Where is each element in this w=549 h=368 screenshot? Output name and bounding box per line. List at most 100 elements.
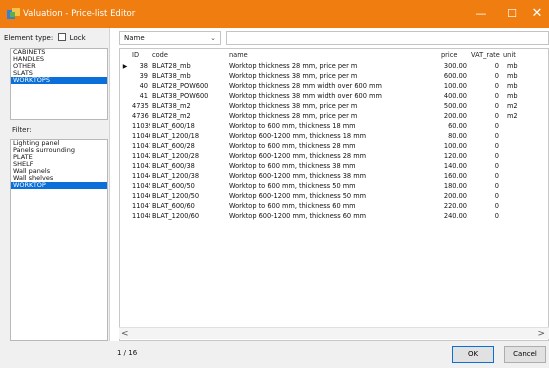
cell-id[interactable]: 41 (130, 91, 150, 101)
cell-price[interactable]: 100.00 (439, 141, 469, 151)
cell-unit[interactable]: m2 (501, 101, 548, 111)
horizontal-scrollbar[interactable]: < > (119, 327, 549, 339)
cell-name[interactable]: Worktop thickness 28 mm width over 600 m… (227, 81, 439, 91)
cell-vat-rate[interactable]: 0 (469, 161, 501, 171)
cell-code[interactable]: BLAT38_mb (150, 71, 227, 81)
cell-price[interactable]: 120.00 (439, 151, 469, 161)
cell-name[interactable]: Worktop thickness 28 mm, price per m (227, 111, 439, 121)
cell-vat-rate[interactable]: 0 (469, 61, 501, 71)
cell-price[interactable]: 80.00 (439, 131, 469, 141)
cell-id[interactable]: 11042 (130, 151, 150, 161)
cell-id[interactable]: 4735 (130, 101, 150, 111)
cell-unit[interactable]: mb (501, 61, 548, 71)
row-indicator-icon[interactable] (120, 101, 130, 111)
lock-checkbox[interactable] (58, 33, 67, 41)
ok-button[interactable]: OK (452, 346, 494, 363)
cell-unit[interactable] (501, 211, 548, 221)
element-type-list-item[interactable]: WORKTOPS (11, 77, 107, 84)
cell-vat-rate[interactable]: 0 (469, 151, 501, 161)
cell-vat-rate[interactable]: 0 (469, 91, 501, 101)
cell-price[interactable]: 200.00 (439, 191, 469, 201)
cell-code[interactable]: BLAT_600/60 (150, 201, 227, 211)
row-indicator-icon[interactable] (120, 201, 130, 211)
cell-vat-rate[interactable]: 0 (469, 121, 501, 131)
cell-name[interactable]: Worktop thickness 28 mm, price per m (227, 61, 439, 71)
cell-id[interactable]: 11046 (130, 191, 150, 201)
table-row[interactable]: 41 BLAT38_POW600 Worktop thickness 38 mm w… (120, 91, 548, 101)
search-input[interactable] (226, 31, 549, 45)
cell-id[interactable]: 11040 (130, 131, 150, 141)
column-header-code[interactable]: code (150, 49, 227, 61)
cell-price[interactable]: 300.00 (439, 61, 469, 71)
cell-unit[interactable] (501, 141, 548, 151)
row-indicator-icon[interactable] (120, 141, 130, 151)
cell-price[interactable]: 140.00 (439, 161, 469, 171)
table-row[interactable]: 4735 BLAT38_m2 Worktop thickness 38 mm, pr… (120, 101, 548, 111)
column-header-vat-rate[interactable]: VAT_rate (469, 49, 501, 61)
column-header-price[interactable]: price (439, 49, 469, 61)
table-row[interactable]: 11040BLAT_1200/18Worktop 600-1200 mm, th… (120, 131, 548, 141)
cell-name[interactable]: Worktop 600-1200 mm, thickness 18 mm (227, 131, 439, 141)
cell-unit[interactable] (501, 171, 548, 181)
cell-name[interactable]: Worktop 600-1200 mm, thickness 50 mm (227, 191, 439, 201)
minimize-button[interactable]: — (464, 0, 498, 28)
cell-name[interactable]: Worktop thickness 38 mm, price per m (227, 71, 439, 81)
cell-id[interactable]: 38 (130, 61, 150, 71)
cell-code[interactable]: BLAT28_mb (150, 61, 227, 71)
cell-id[interactable]: 11041 (130, 141, 150, 151)
cell-unit[interactable]: mb (501, 91, 548, 101)
cell-name[interactable]: Worktop to 600 mm, thickness 50 mm (227, 181, 439, 191)
table-row[interactable]: 40 BLAT28_POW600 Worktop thickness 28 mm w… (120, 81, 548, 91)
lock-label[interactable]: Lock (70, 34, 86, 42)
cell-code[interactable]: BLAT_1200/38 (150, 171, 227, 181)
cell-vat-rate[interactable]: 0 (469, 81, 501, 91)
cell-unit[interactable]: mb (501, 71, 548, 81)
cell-price[interactable]: 400.00 (439, 91, 469, 101)
cell-code[interactable]: BLAT28_POW600 (150, 81, 227, 91)
price-list-grid[interactable]: ID code name price VAT_rate unit ▶ 38 BLAT… (119, 48, 549, 341)
cell-vat-rate[interactable]: 0 (469, 201, 501, 211)
cell-unit[interactable] (501, 121, 548, 131)
cell-id[interactable]: 39 (130, 71, 150, 81)
cell-code[interactable]: BLAT_600/50 (150, 181, 227, 191)
cell-name[interactable]: Worktop 600-1200 mm, thickness 28 mm (227, 151, 439, 161)
cell-unit[interactable]: m2 (501, 111, 548, 121)
filter-list[interactable]: Lighting panel Panels surrounding PLATE SHE… (10, 139, 108, 341)
scroll-left-icon[interactable]: < (121, 328, 129, 340)
cell-price[interactable]: 180.00 (439, 181, 469, 191)
cell-name[interactable]: Worktop 600-1200 mm, thickness 60 mm (227, 211, 439, 221)
table-row[interactable]: 11039BLAT_600/18Worktop to 600 mm, thick… (120, 121, 548, 131)
table-row[interactable]: 11043BLAT_600/38Worktop to 600 mm, thick… (120, 161, 548, 171)
cell-price[interactable]: 160.00 (439, 171, 469, 181)
cell-code[interactable]: BLAT_1200/28 (150, 151, 227, 161)
column-header-id[interactable]: ID (130, 49, 150, 61)
cell-id[interactable]: 11039 (130, 121, 150, 131)
cell-id[interactable]: 11045 (130, 181, 150, 191)
scroll-right-icon[interactable]: > (537, 328, 545, 340)
table-row[interactable]: 4736 BLAT28_m2 Worktop thickness 28 mm, pr… (120, 111, 548, 121)
cell-price[interactable]: 500.00 (439, 101, 469, 111)
row-indicator-icon[interactable] (120, 111, 130, 121)
row-indicator-icon[interactable] (120, 191, 130, 201)
row-indicator-icon[interactable] (120, 151, 130, 161)
row-indicator-icon[interactable] (120, 161, 130, 171)
table-row[interactable]: 11041BLAT_600/28Worktop to 600 mm, thick… (120, 141, 548, 151)
cancel-button[interactable]: Cancel (504, 346, 546, 363)
cell-name[interactable]: Worktop thickness 38 mm, price per m (227, 101, 439, 111)
cell-name[interactable]: Worktop to 600 mm, thickness 18 mm (227, 121, 439, 131)
cell-code[interactable]: BLAT_1200/60 (150, 211, 227, 221)
cell-price[interactable]: 60.00 (439, 121, 469, 131)
close-button[interactable]: ✕ (520, 0, 549, 28)
table-row[interactable]: ▶ 38 BLAT28_mb Worktop thickness 28 mm, pri… (120, 61, 548, 71)
filter-list-item[interactable]: WORKTOP (11, 182, 107, 189)
cell-unit[interactable] (501, 181, 548, 191)
cell-unit[interactable] (501, 151, 548, 161)
cell-unit[interactable]: mb (501, 81, 548, 91)
cell-id[interactable]: 40 (130, 81, 150, 91)
cell-code[interactable]: BLAT28_m2 (150, 111, 227, 121)
cell-name[interactable]: Worktop to 600 mm, thickness 38 mm (227, 161, 439, 171)
row-indicator-icon[interactable] (120, 71, 130, 81)
row-indicator-icon[interactable] (120, 131, 130, 141)
cell-price[interactable]: 200.00 (439, 111, 469, 121)
column-header-unit[interactable]: unit (501, 49, 548, 61)
